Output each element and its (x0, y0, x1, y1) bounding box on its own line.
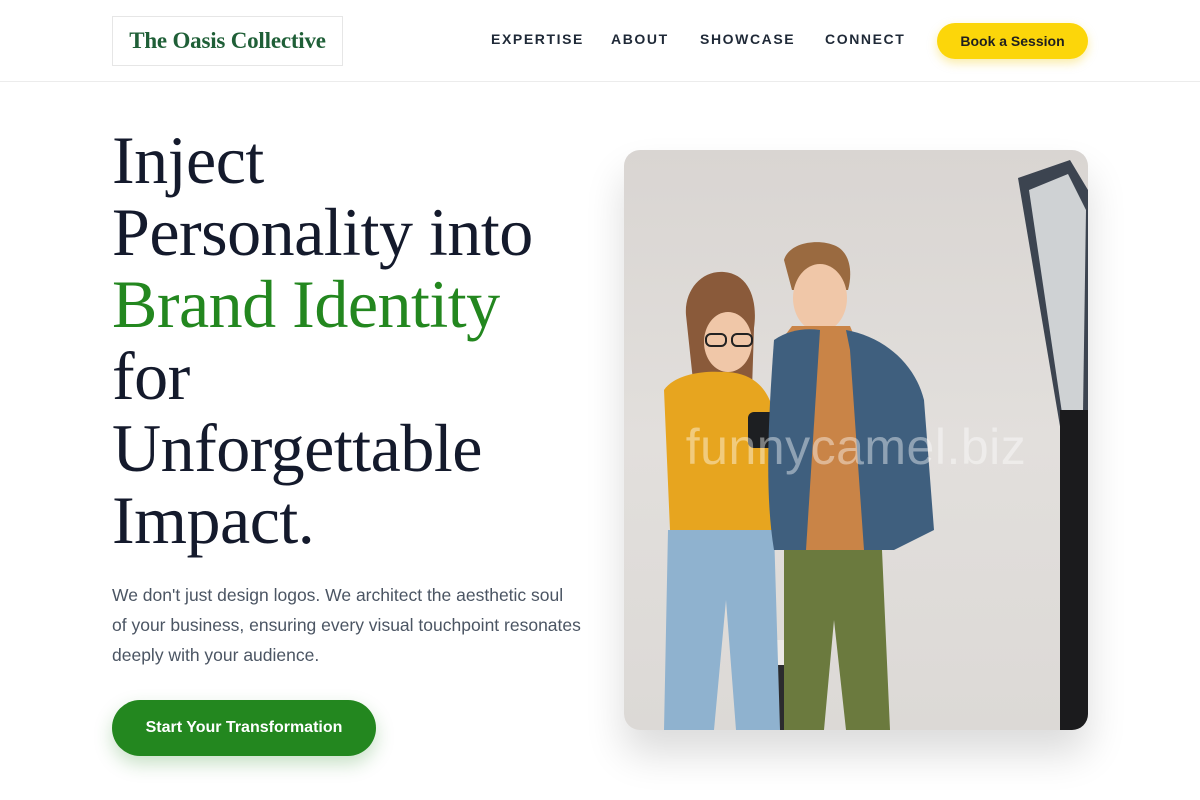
nav-link-connect[interactable]: CONNECT (825, 30, 905, 48)
hero-title-accent: Brand Identity (112, 266, 500, 342)
book-session-button[interactable]: Book a Session (937, 23, 1088, 59)
site-header: The Oasis Collective EXPERTISE ABOUT SHO… (0, 0, 1200, 82)
man-figure (768, 242, 934, 730)
logo[interactable]: The Oasis Collective (112, 16, 343, 66)
logo-text: The Oasis Collective (129, 28, 326, 53)
hero-title-line: Personality into (112, 194, 533, 270)
image-watermark: funnycamel.biz (685, 419, 1027, 475)
hero-title-line: Impact. (112, 482, 315, 558)
hero-title-line: Inject (112, 122, 264, 198)
hero-title-line: Unforgettable (112, 410, 482, 486)
nav-link-showcase[interactable]: SHOWCASE (700, 30, 795, 48)
hero-subtitle: We don't just design logos. We architect… (112, 585, 581, 665)
nav-link-expertise[interactable]: EXPERTISE (491, 30, 584, 48)
hero-title-line: for (112, 338, 190, 414)
nav-link-about[interactable]: ABOUT (611, 30, 669, 48)
hero-photo: funnycamel.biz (624, 150, 1088, 730)
hero-title: Inject Personality into Brand Identity f… (112, 124, 592, 556)
start-transformation-button[interactable]: Start Your Transformation (112, 700, 376, 756)
